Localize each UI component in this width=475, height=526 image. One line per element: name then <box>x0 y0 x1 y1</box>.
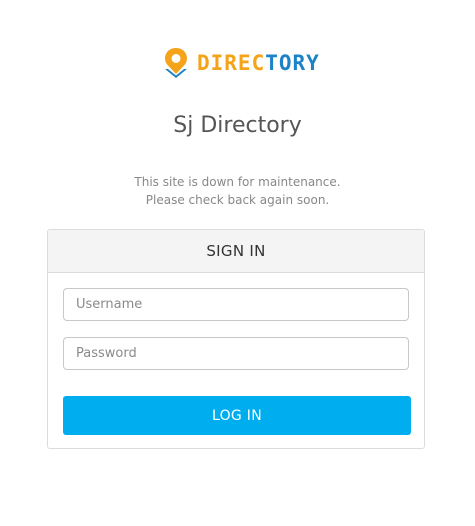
map-pin-icon <box>165 48 187 78</box>
logo-wordmark: DIRECTORY <box>197 47 320 79</box>
maintenance-page: DIRECTORY Sj Directory This site is down… <box>0 0 475 526</box>
username-input[interactable] <box>63 288 409 321</box>
site-title: Sj Directory <box>173 113 302 138</box>
maintenance-line-2: Please check back again soon. <box>145 193 330 207</box>
login-button[interactable]: LOG IN <box>63 396 411 435</box>
password-input[interactable] <box>63 337 409 370</box>
logo-text-part1: DIREC <box>197 51 266 75</box>
maintenance-notice: This site is down for maintenance. Pleas… <box>0 173 475 209</box>
maintenance-line-1: This site is down for maintenance. <box>134 175 341 189</box>
directory-logo: DIRECTORY <box>163 47 320 79</box>
signin-card: SIGN IN LOG IN <box>47 229 425 449</box>
logo-text-part2: TORY <box>265 51 320 75</box>
signin-heading: SIGN IN <box>48 230 424 273</box>
